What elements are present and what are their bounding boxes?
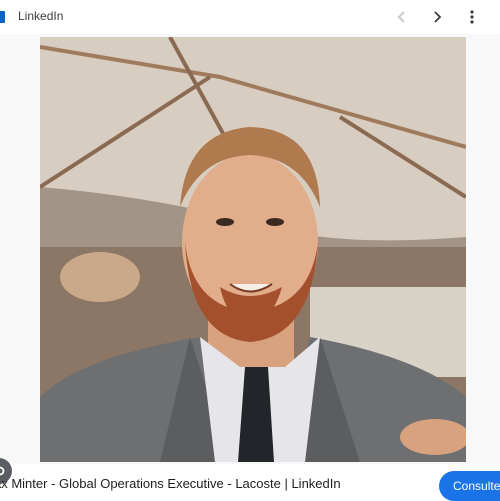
more-vert-icon [470, 10, 474, 24]
more-options-button[interactable] [462, 7, 482, 27]
viewer-header: LinkedIn [0, 0, 500, 34]
linkedin-favicon-icon [0, 11, 5, 23]
previous-button[interactable] [392, 7, 412, 27]
profile-photo-graphic [40, 37, 466, 462]
visit-button[interactable]: Consulter [439, 471, 500, 501]
profile-photo[interactable] [40, 37, 466, 462]
chevron-left-icon [397, 11, 405, 23]
next-button[interactable] [427, 7, 447, 27]
site-name[interactable]: LinkedIn [18, 9, 63, 23]
image-caption[interactable]: ax Minter - Global Operations Executive … [0, 476, 440, 491]
image-viewer [0, 34, 500, 484]
chevron-right-icon [434, 11, 442, 23]
caption-text: ax Minter - Global Operations Executive … [0, 476, 341, 491]
